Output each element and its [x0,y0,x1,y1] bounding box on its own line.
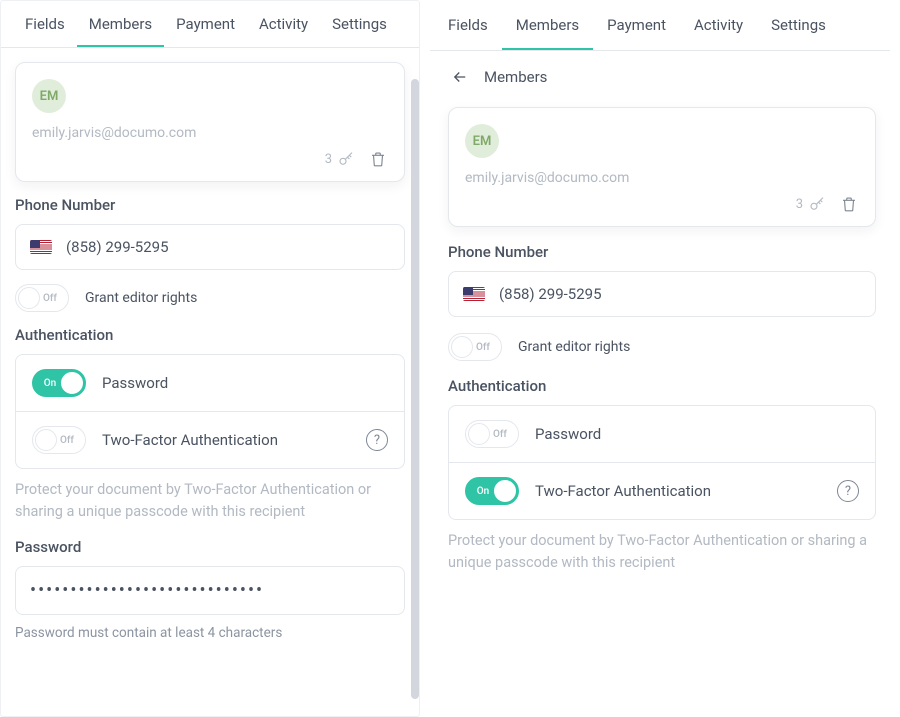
auth-twofa-row: Off Two-Factor Authentication ? [16,411,404,468]
password-toggle[interactable]: Off [465,420,519,448]
auth-hint: Protect your document by Two-Factor Auth… [448,530,876,575]
key-icon [336,149,356,169]
phone-section: Phone Number (858) 299-5295 [448,243,876,317]
help-icon[interactable]: ? [366,429,388,451]
member-card: EM emily.jarvis@documo.com 3 [15,62,405,182]
member-actions: 3 [32,149,388,169]
member-card: EM emily.jarvis@documo.com 3 [448,107,876,227]
tab-settings[interactable]: Settings [320,1,399,47]
help-icon[interactable]: ? [837,480,859,502]
toggle-knob [35,429,57,451]
tab-payment[interactable]: Payment [164,1,247,47]
trash-icon[interactable] [368,149,388,169]
phone-input[interactable]: (858) 299-5295 [15,224,405,270]
password-input[interactable]: ••••••••••••••••••••••••••••• [15,566,405,615]
tabs: Fields Members Payment Activity Settings [1,1,419,48]
key-count: 3 [796,197,803,212]
toggle-on-label: On [41,378,59,389]
phone-label: Phone Number [15,196,405,214]
trash-icon[interactable] [839,194,859,214]
editor-rights-label: Grant editor rights [518,339,630,355]
avatar: EM [465,124,499,158]
twofa-auth-label: Two-Factor Authentication [535,482,821,500]
toggle-off-label: Off [38,293,62,304]
auth-box: Off Password On Two-Factor Authenticatio… [448,405,876,520]
toggle-off-label: Off [488,429,512,440]
flag-us-icon [30,240,52,254]
tab-fields[interactable]: Fields [13,1,77,47]
password-field-section: Password ••••••••••••••••••••••••••••• P… [15,538,405,641]
breadcrumb-title: Members [484,68,547,86]
phone-label: Phone Number [448,243,876,261]
toggle-knob [18,287,40,309]
editor-rights-row: Off Grant editor rights [15,284,405,312]
key-icon [807,194,827,214]
avatar: EM [32,79,66,113]
password-toggle[interactable]: On [32,369,86,397]
member-actions: 3 [465,194,859,214]
auth-heading: Authentication [15,326,405,344]
scrollbar-thumb[interactable] [411,79,419,699]
phone-value: (858) 299-5295 [66,238,169,256]
tabs: Fields Members Payment Activity Settings [430,0,890,51]
back-arrow-icon[interactable] [450,67,470,87]
tab-members[interactable]: Members [502,0,593,50]
phone-section: Phone Number (858) 299-5295 [15,196,405,270]
password-auth-label: Password [535,425,859,443]
auth-twofa-row: On Two-Factor Authentication ? [449,462,875,519]
tab-settings[interactable]: Settings [757,0,840,50]
auth-section: Authentication Off Password On Two-Facto… [448,377,876,575]
twofa-toggle[interactable]: On [465,477,519,505]
password-field-label: Password [15,538,405,556]
member-email: emily.jarvis@documo.com [32,125,388,141]
auth-hint: Protect your document by Two-Factor Auth… [15,479,405,524]
tab-members[interactable]: Members [77,1,164,47]
key-count: 3 [325,152,332,167]
key-count-group[interactable]: 3 [796,194,827,214]
editor-rights-toggle[interactable]: Off [448,333,502,361]
editor-rights-toggle[interactable]: Off [15,284,69,312]
auth-password-row: On Password [16,355,404,411]
password-auth-label: Password [102,374,388,392]
tab-activity[interactable]: Activity [680,0,757,50]
toggle-off-label: Off [55,435,79,446]
auth-password-row: Off Password [449,406,875,462]
twofa-toggle[interactable]: Off [32,426,86,454]
tab-activity[interactable]: Activity [247,1,320,47]
editor-rights-row: Off Grant editor rights [448,333,876,361]
phone-input[interactable]: (858) 299-5295 [448,271,876,317]
breadcrumb: Members [448,65,876,91]
panel-right: Fields Members Payment Activity Settings… [420,0,900,717]
tab-payment[interactable]: Payment [593,0,680,50]
toggle-knob [494,480,516,502]
flag-us-icon [463,287,485,301]
toggle-knob [451,336,473,358]
tab-fields[interactable]: Fields [434,0,502,50]
twofa-auth-label: Two-Factor Authentication [102,431,350,449]
toggle-on-label: On [474,486,492,497]
member-email: emily.jarvis@documo.com [465,170,859,186]
toggle-knob [468,423,490,445]
auth-section: Authentication On Password Off Two-Facto… [15,326,405,524]
phone-value: (858) 299-5295 [499,285,602,303]
editor-rights-label: Grant editor rights [85,290,197,306]
content: EM emily.jarvis@documo.com 3 Phone Numbe… [1,48,419,716]
panel-left: Fields Members Payment Activity Settings… [0,0,420,717]
scrollbar[interactable] [411,67,419,712]
auth-box: On Password Off Two-Factor Authenticatio… [15,354,405,469]
auth-heading: Authentication [448,377,876,395]
toggle-knob [61,372,83,394]
content: Members EM emily.jarvis@documo.com 3 Pho… [430,51,890,717]
password-help: Password must contain at least 4 charact… [15,625,405,641]
toggle-off-label: Off [471,342,495,353]
key-count-group[interactable]: 3 [325,149,356,169]
